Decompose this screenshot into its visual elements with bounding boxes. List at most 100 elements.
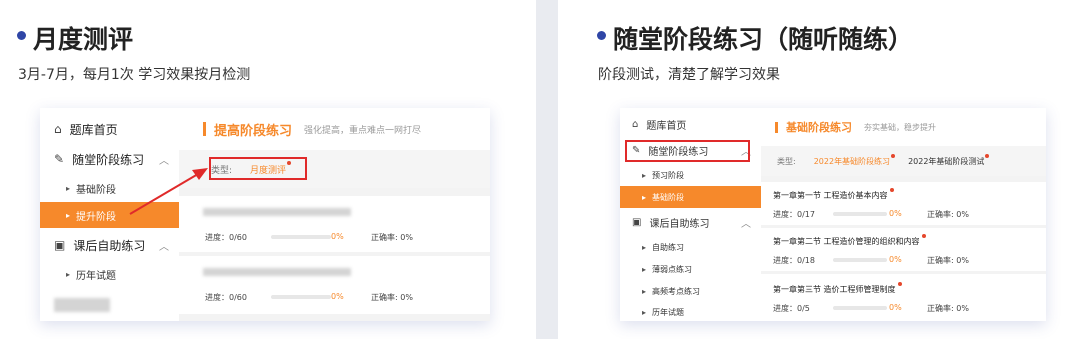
progress-text: 进度：0/18 [773, 256, 815, 265]
arrow-right-icon: ▸ [642, 307, 647, 317]
right-panel: 随堂阶段练习（随听随练） 阶段测试，清楚了解学习效果 ⌂ 题库首页 ✎ 随堂阶段… [558, 0, 1079, 339]
sidebar-item-weak-points[interactable]: ▸ 薄弱点练习 [620, 258, 761, 280]
sidebar-item-label: 基础阶段 [76, 184, 117, 196]
arrow-right-icon: ▸ [642, 170, 647, 180]
sidebar-item-preview-stage[interactable]: ▸ 预习阶段 [620, 164, 761, 186]
left-heading: 月度测评 [33, 25, 134, 54]
highlight-box [209, 157, 307, 180]
list-item[interactable]: 第一章第一节 工程造价基本内容 进度：0/17 0% 正确率: 0% [761, 182, 1046, 225]
main-header: 基础阶段练习 夯实基础，稳步提升 [761, 108, 1046, 146]
progress-text: 进度：0/17 [773, 210, 815, 219]
filter-option-label: 2022年基础阶段测试 [908, 156, 985, 166]
blurred-item [54, 298, 110, 312]
arrow-right-icon: ▸ [66, 269, 71, 279]
book-icon: ▣ [54, 238, 66, 252]
chevron-up-icon[interactable]: ︿ [159, 238, 169, 253]
notice-dot [921, 234, 926, 238]
chapter-title: 第一章第一节 工程造价基本内容 [773, 188, 894, 201]
left-panel: 月度测评 3月-7月，每月1次 学习效果按月检测 ⌂ 题库首页 ✎ 随堂阶段练习… [0, 0, 536, 339]
sidebar-item-label: 历年试题 [652, 307, 685, 317]
notice-dot [891, 153, 896, 158]
highlight-box [625, 140, 750, 162]
arrow-right-icon: ▸ [642, 242, 647, 252]
accuracy-text: 正确率: 0% [371, 293, 413, 302]
left-subtitle: 3月-7月，每月1次 学习效果按月检测 [18, 67, 251, 83]
sidebar-item-self-exercise[interactable]: ▸ 自助练习 [620, 236, 761, 258]
home-icon: ⌂ [54, 122, 62, 136]
progress-percent: 0% [331, 292, 344, 301]
arrow-right-icon: ▸ [642, 264, 647, 274]
sidebar-item-label: 课后自助练习 [649, 218, 710, 230]
arrow-right-icon: ▸ [66, 210, 71, 220]
progress-track [833, 212, 887, 216]
chevron-up-icon[interactable]: ︿ [741, 215, 751, 230]
sidebar-item-home[interactable]: ⌂ 题库首页 [40, 114, 179, 144]
sidebar-item-in-class-practice[interactable]: ✎ 随堂阶段练习 ︿ [40, 144, 179, 174]
blurred-title [203, 268, 351, 276]
progress-percent: 0% [889, 255, 902, 264]
bullet-dot [597, 31, 606, 40]
header-bar [203, 122, 206, 136]
right-sidebar: ⌂ 题库首页 ✎ 随堂阶段练习 ︿ ▸ 预习阶段 ▸ 基础阶段 ▣ 课后自助练习… [620, 108, 761, 321]
type-filter: 类型: 2022年基础阶段练习 2022年基础阶段测试 [761, 146, 1046, 176]
right-heading: 随堂阶段练习（随听随练） [613, 25, 914, 54]
blurred-title [203, 208, 351, 216]
sidebar-item-basic-stage[interactable]: ▸ 基础阶段 [40, 174, 179, 202]
progress-percent: 0% [889, 209, 902, 218]
sidebar-item-hot-topics[interactable]: ▸ 高频考点练习 [620, 280, 761, 302]
sidebar-item-past-exams[interactable]: ▸ 历年试题 [40, 260, 179, 288]
main-desc: 强化提高，重点难点一网打尽 [304, 125, 422, 136]
bullet-dot [17, 31, 26, 40]
sidebar-item-self-practice[interactable]: ▣ 课后自助练习 ︿ [40, 230, 179, 260]
left-sidebar: ⌂ 题库首页 ✎ 随堂阶段练习 ︿ ▸ 基础阶段 ▸ 提升阶段 ▣ 课后自助练习… [40, 108, 179, 321]
arrow-right-icon: ▸ [66, 183, 71, 193]
filter-option-label: 2022年基础阶段练习 [813, 156, 891, 166]
arrow-right-icon: ▸ [642, 286, 647, 296]
home-icon: ⌂ [632, 118, 639, 130]
left-main: 提高阶段练习 强化提高，重点难点一网打尽 类型: 月度测评 进度：0/60 0%… [179, 108, 490, 321]
right-main: 基础阶段练习 夯实基础，稳步提升 类型: 2022年基础阶段练习 2022年基础… [761, 108, 1046, 321]
list-item[interactable]: 进度：0/60 0% 正确率: 0% [179, 256, 490, 314]
notice-dot [985, 153, 990, 158]
left-app-card: ⌂ 题库首页 ✎ 随堂阶段练习 ︿ ▸ 基础阶段 ▸ 提升阶段 ▣ 课后自助练习… [40, 108, 490, 321]
progress-percent: 0% [889, 303, 902, 312]
sidebar-item-label: 题库首页 [646, 120, 687, 132]
sidebar-item-self-practice[interactable]: ▣ 课后自助练习 ︿ [620, 210, 761, 234]
main-desc: 夯实基础，稳步提升 [864, 122, 936, 132]
chevron-up-icon[interactable]: ︿ [159, 152, 169, 167]
progress-text: 进度：0/60 [205, 293, 247, 302]
progress-track [833, 258, 887, 262]
sidebar-item-label: 自助练习 [652, 242, 685, 252]
notice-dot [889, 188, 894, 192]
list-item[interactable]: 进度：0/60 0% 正确率: 0% [179, 196, 490, 252]
sidebar-item-label: 预习阶段 [652, 170, 685, 180]
right-app-card: ⌂ 题库首页 ✎ 随堂阶段练习 ︿ ▸ 预习阶段 ▸ 基础阶段 ▣ 课后自助练习… [620, 108, 1046, 321]
sidebar-item-label: 题库首页 [69, 122, 118, 137]
filter-label: 类型: [777, 156, 796, 166]
list-item[interactable]: 第一章第三节 造价工程师管理制度 进度：0/5 0% 正确率: 0% [761, 274, 1046, 321]
accuracy-text: 正确率: 0% [927, 304, 969, 313]
book-icon: ▣ [632, 216, 642, 228]
notice-dot [897, 282, 902, 286]
main-title: 提高阶段练习 [214, 123, 293, 139]
progress-text: 进度：0/60 [205, 233, 247, 242]
sidebar-item-label: 课后自助练习 [73, 238, 146, 253]
progress-track [833, 306, 887, 310]
sidebar-item-home[interactable]: ⌂ 题库首页 [620, 112, 761, 136]
sidebar-item-label: 历年试题 [76, 270, 117, 282]
filter-option-basic-test[interactable]: 2022年基础阶段测试 [908, 153, 990, 167]
main-header: 提高阶段练习 强化提高，重点难点一网打尽 [179, 108, 490, 150]
right-subtitle: 阶段测试，清楚了解学习效果 [598, 67, 780, 83]
sidebar-item-advance-stage[interactable]: ▸ 提升阶段 [40, 202, 179, 228]
main-title: 基础阶段练习 [786, 121, 852, 134]
sidebar-item-label: 提升阶段 [76, 211, 117, 223]
sidebar-item-label: 高频考点练习 [652, 286, 701, 296]
list-item[interactable]: 第一章第二节 工程造价管理的组织和内容 进度：0/18 0% 正确率: 0% [761, 228, 1046, 271]
chapter-title: 第一章第三节 造价工程师管理制度 [773, 282, 902, 295]
accuracy-text: 正确率: 0% [371, 233, 413, 242]
sidebar-item-basic-stage[interactable]: ▸ 基础阶段 [620, 186, 761, 208]
sidebar-item-past-exams[interactable]: ▸ 历年试题 [620, 302, 761, 321]
sidebar-item-label: 随堂阶段练习 [72, 152, 145, 167]
filter-option-basic-practice[interactable]: 2022年基础阶段练习 [813, 153, 896, 167]
header-bar [775, 121, 778, 133]
